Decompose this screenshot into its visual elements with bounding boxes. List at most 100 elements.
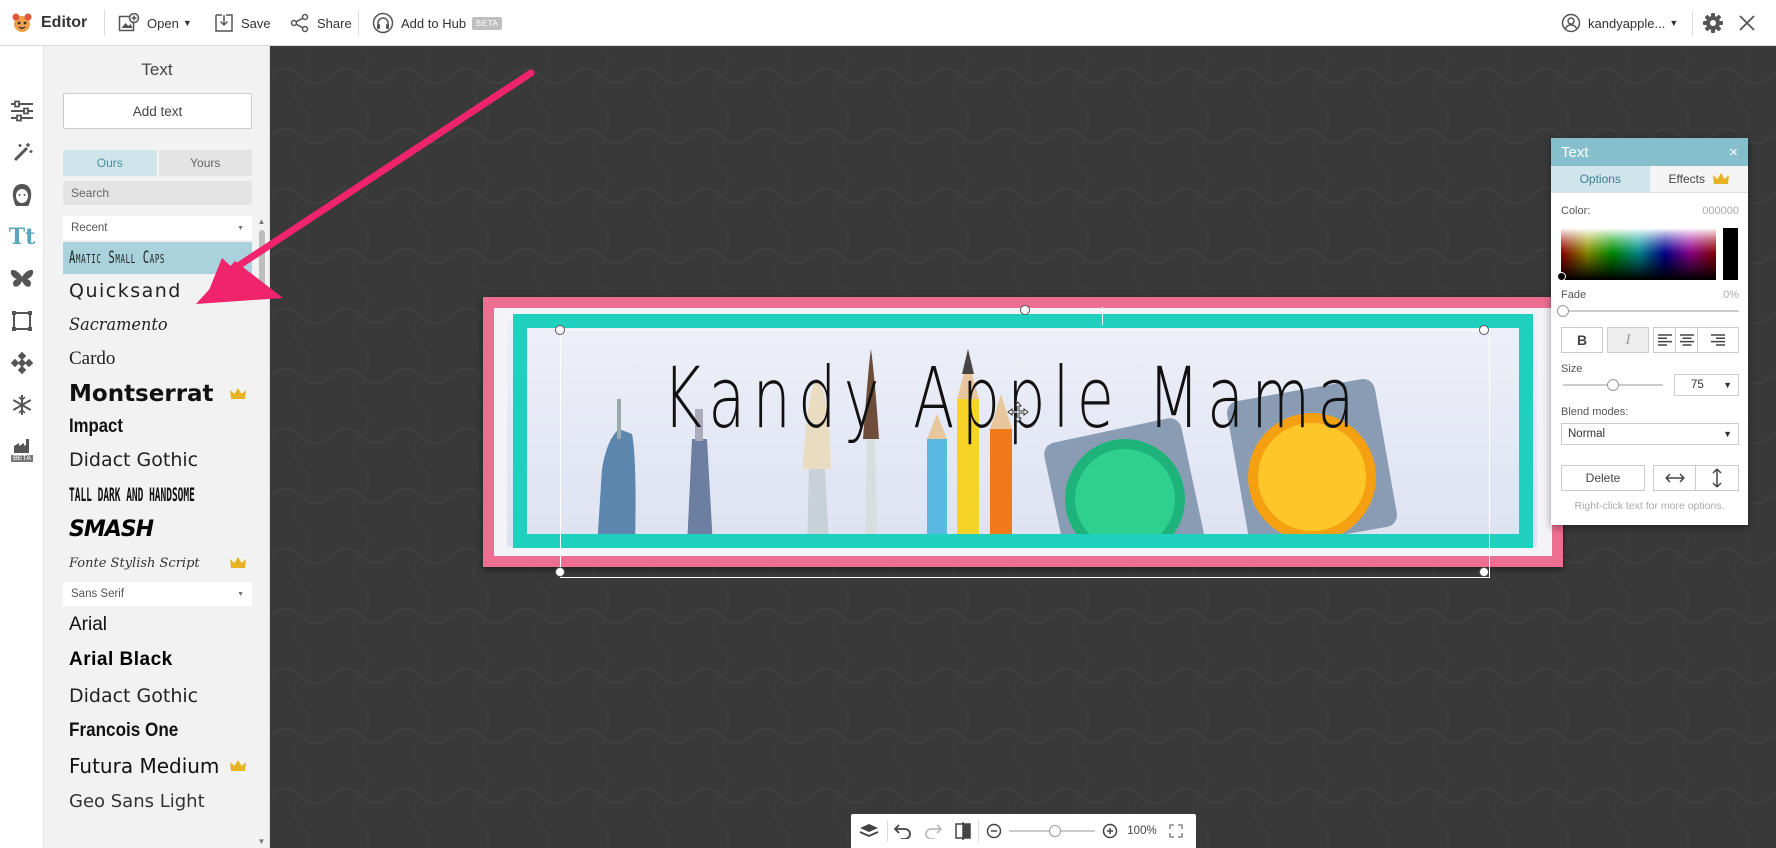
rail-item-touch-up[interactable] (9, 182, 35, 208)
tab-effects[interactable]: Effects (1649, 166, 1748, 192)
resize-handle-top-right[interactable] (1479, 325, 1489, 335)
align-center-button[interactable] (1675, 327, 1698, 353)
undo-button[interactable] (888, 814, 918, 848)
share-button[interactable]: Share (290, 0, 352, 46)
share-icon (290, 13, 309, 33)
app-brand[interactable]: Editor (10, 0, 87, 46)
font-item-impact[interactable]: Impact (63, 412, 252, 442)
divider (104, 10, 105, 36)
rail-item-overlays[interactable] (9, 266, 35, 292)
tab-ours[interactable]: Ours (63, 150, 157, 176)
rail-item-textures[interactable] (9, 350, 35, 376)
open-button[interactable]: Open ▼ (118, 0, 192, 46)
move-cursor-icon (1007, 401, 1029, 423)
flip-horizontal-icon (1664, 473, 1685, 483)
font-item-tall-dark-handsome[interactable]: Tall Dark and Handsome (63, 478, 252, 512)
italic-button[interactable]: I (1607, 327, 1649, 353)
align-right-button[interactable] (1697, 327, 1739, 353)
zoom-out-icon (986, 823, 1002, 839)
rail-item-frames[interactable] (9, 308, 35, 334)
font-list-scrollbar[interactable]: ▲ ▼ (257, 218, 266, 846)
font-item-montserrat[interactable]: Montserrat (63, 375, 252, 412)
zoom-in-button[interactable] (1099, 814, 1121, 848)
banner-image[interactable]: Kandy Apple Mama (483, 297, 1563, 578)
rail-item-beta-tools[interactable]: BETA (9, 434, 35, 466)
font-name: SMASH (69, 516, 154, 542)
settings-button[interactable] (1702, 0, 1731, 46)
window-tabs: Options Effects (1551, 166, 1748, 193)
tab-options[interactable]: Options (1551, 166, 1650, 192)
color-hex-value[interactable]: 000000 (1671, 205, 1739, 217)
rail-item-seasonal[interactable] (9, 392, 35, 418)
scroll-down-icon[interactable]: ▼ (257, 838, 266, 846)
rail-item-basic-edits[interactable] (9, 98, 35, 124)
tab-yours[interactable]: Yours (158, 150, 252, 176)
font-item-arial[interactable]: Arial (63, 608, 252, 642)
share-label: Share (317, 15, 352, 31)
compare-button[interactable] (948, 814, 978, 848)
rotate-handle[interactable] (1020, 305, 1030, 315)
resize-handle-top-left[interactable] (555, 325, 565, 335)
font-item-didact-gothic[interactable]: Didact Gothic (63, 442, 252, 478)
rail-item-effects[interactable] (9, 140, 35, 166)
caret-down-icon: ▼ (1723, 429, 1732, 439)
scroll-up-icon[interactable]: ▲ (257, 218, 266, 226)
text-selection-box[interactable] (555, 305, 1490, 578)
open-label: Open (147, 15, 179, 31)
category-label: Sans Serif (71, 588, 125, 600)
flip-vertical-button[interactable] (1695, 465, 1739, 491)
font-item-francois-one[interactable]: Francois One (63, 714, 252, 748)
resize-handle-bottom-left[interactable] (555, 567, 565, 577)
fade-slider-track[interactable] (1563, 310, 1739, 312)
add-text-button[interactable]: Add text (63, 93, 252, 129)
font-item-smash[interactable]: SMASH (63, 512, 252, 546)
premium-crown-icon (1712, 173, 1729, 184)
zoom-slider-knob[interactable] (1049, 825, 1061, 837)
caret-down-icon: ▼ (1723, 380, 1732, 390)
fit-screen-button[interactable] (1163, 814, 1189, 848)
scroll-thumb[interactable] (259, 230, 265, 292)
rail-item-text[interactable]: Tt (9, 224, 36, 250)
redo-button[interactable] (918, 814, 948, 848)
blend-mode-select[interactable]: Normal ▼ (1561, 423, 1739, 445)
layers-button[interactable] (851, 814, 887, 848)
color-picker-cursor[interactable] (1557, 272, 1566, 281)
fade-slider-knob[interactable] (1557, 305, 1569, 317)
bold-button[interactable]: B (1561, 327, 1603, 353)
flip-vertical-icon (1712, 468, 1722, 488)
font-item-geo-sans-light[interactable]: Geo Sans Light (63, 784, 252, 818)
font-item-futura-medium[interactable]: Futura Medium (63, 748, 252, 784)
font-item-didact-gothic-2[interactable]: Didact Gothic (63, 678, 252, 714)
delete-text-button[interactable]: Delete (1561, 465, 1645, 491)
zoom-out-button[interactable] (983, 814, 1005, 848)
close-editor-button[interactable] (1738, 0, 1763, 46)
save-button[interactable]: Save (214, 0, 271, 46)
font-item-fonte-stylish-script[interactable]: Fonte Stylish Script (63, 546, 252, 580)
user-menu[interactable]: kandyapple... ▼ (1561, 0, 1678, 46)
font-item-sacramento[interactable]: Sacramento (63, 308, 252, 342)
font-item-amatic-small-caps[interactable]: Amatic Small Caps (63, 242, 252, 274)
caret-down-icon: ▼ (237, 590, 244, 598)
resize-handle-bottom-right[interactable] (1479, 567, 1489, 577)
size-select[interactable]: 75 ▼ (1674, 374, 1739, 396)
close-icon[interactable]: × (1729, 144, 1738, 161)
font-item-quicksand[interactable]: Quicksand (63, 274, 252, 308)
size-slider-knob[interactable] (1607, 379, 1619, 391)
tool-rail: Tt BETA (0, 46, 51, 848)
flip-horizontal-button[interactable] (1653, 465, 1696, 491)
font-item-arial-black[interactable]: Arial Black (63, 642, 252, 678)
premium-crown-icon (230, 760, 246, 771)
align-left-button[interactable] (1653, 327, 1676, 353)
font-name: Arial (69, 614, 108, 635)
font-search-input[interactable] (63, 181, 252, 205)
category-select-sans-serif[interactable]: Sans Serif ▼ (63, 582, 252, 606)
font-item-cardo[interactable]: Cardo (63, 342, 252, 375)
tab-effects-label: Effects (1668, 172, 1705, 186)
color-picker[interactable] (1557, 228, 1716, 281)
font-name: Geo Sans Light (69, 790, 205, 812)
window-header[interactable]: Text × (1551, 138, 1748, 166)
add-to-hub-button[interactable]: Add to Hub BETA (372, 0, 503, 46)
zoom-slider[interactable] (1005, 814, 1099, 848)
user-name: kandyapple... (1588, 15, 1666, 31)
category-select-recent[interactable]: Recent ▼ (63, 216, 252, 240)
